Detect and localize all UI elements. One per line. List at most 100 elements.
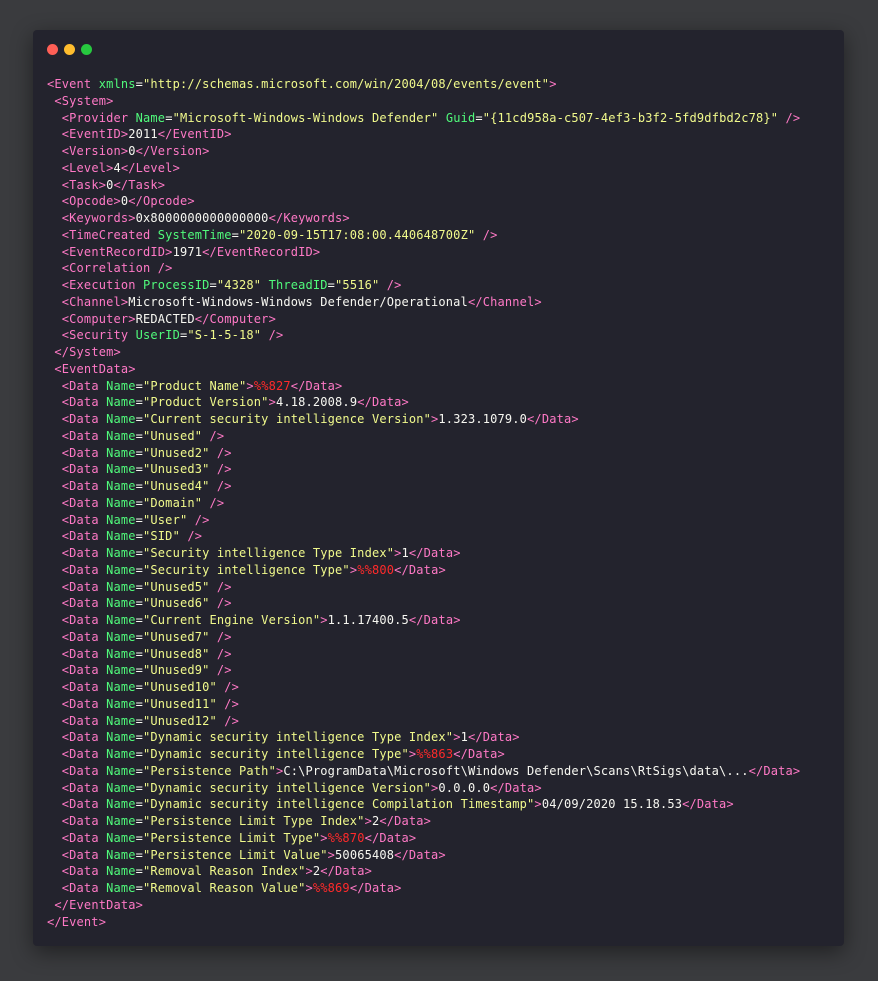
xml-attribute: Name xyxy=(106,495,136,510)
code-line: <Computer>REDACTED</Computer> xyxy=(47,311,800,328)
xml-attribute: SystemTime xyxy=(157,227,232,242)
code-line: <EventRecordID>1971</EventRecordID> xyxy=(47,244,800,261)
xml-attribute: Name xyxy=(106,529,136,544)
xml-attribute: Guid xyxy=(445,110,476,125)
xml-text: Microsoft-Windows-Windows Defender/Opera… xyxy=(128,294,468,309)
xml-text: 4.18.2008.9 xyxy=(275,395,358,410)
code-line: </System> xyxy=(47,344,800,361)
xml-tag: <Data xyxy=(61,546,107,560)
code-line: <Data Name="Unused8" /> xyxy=(47,646,800,663)
xml-tag: <Data xyxy=(61,747,107,761)
xml-tag: <Data xyxy=(61,445,107,460)
xml-tag: <EventRecordID> xyxy=(61,244,173,259)
xml-string: "2020-09-15T17:08:00.440648700Z" xyxy=(239,227,476,242)
xml-tag: /> xyxy=(209,445,232,460)
xml-attribute: xmlns xyxy=(98,77,136,91)
xml-tag: </Event> xyxy=(47,914,107,929)
xml-string: "4328" xyxy=(216,278,262,292)
xml-attribute: Name xyxy=(106,830,136,845)
xml-attribute: ProcessID xyxy=(143,278,210,292)
xml-text xyxy=(438,111,445,125)
xml-tag: <Data xyxy=(61,663,107,678)
xml-attribute: Name xyxy=(106,763,136,778)
xml-string: "Dynamic security intelligence Type" xyxy=(143,747,409,761)
xml-tag: /> xyxy=(209,663,232,678)
code-line: <Channel>Microsoft-Windows-Windows Defen… xyxy=(47,294,800,311)
xml-attribute: Name xyxy=(106,596,136,611)
xml-tag: > xyxy=(246,378,254,393)
xml-string: "Unused5" xyxy=(143,579,210,594)
xml-text: = xyxy=(135,495,144,510)
xml-text: 1.1.17400.5 xyxy=(327,613,409,627)
minimize-dot-icon[interactable] xyxy=(64,44,75,55)
xml-tag: </Version> xyxy=(135,144,210,158)
xml-text: = xyxy=(165,110,173,125)
xml-text: = xyxy=(135,847,144,862)
xml-tag: <Correlation /> xyxy=(61,261,173,276)
xml-tag: > xyxy=(364,814,372,828)
xml-text: 4 xyxy=(113,160,121,175)
xml-text: 2011 xyxy=(128,127,158,142)
xml-attribute: Name xyxy=(106,395,136,410)
xml-text: 1971 xyxy=(172,244,203,259)
xml-tag: </Data> xyxy=(320,864,372,879)
xml-text: = xyxy=(135,613,144,627)
xml-string: "Unused7" xyxy=(143,629,210,644)
maximize-dot-icon[interactable] xyxy=(81,44,92,55)
xml-text: 1 xyxy=(460,730,468,745)
xml-string: "Dynamic security intelligence Type Inde… xyxy=(143,730,454,745)
code-line: <Opcode>0</Opcode> xyxy=(47,193,800,210)
code-line: <Data Name="Persistence Path">C:\Program… xyxy=(47,763,800,780)
xml-tag: <Data xyxy=(61,495,107,510)
xml-text: = xyxy=(135,881,144,895)
xml-tag: <Security xyxy=(61,328,136,343)
code-window: <Event xmlns = "http://schemas.microsoft.c… xyxy=(33,30,844,946)
xml-text: = xyxy=(327,278,336,292)
highlighted-value: %%863 xyxy=(416,747,454,761)
xml-text: = xyxy=(135,445,144,460)
xml-string: "5516" xyxy=(335,278,380,292)
xml-tag: /> xyxy=(379,278,402,292)
code-line: <Data Name="Persistence Limit Type">%%87… xyxy=(47,830,800,847)
xml-tag: > xyxy=(305,864,313,879)
xml-string: "Domain" xyxy=(143,495,203,510)
xml-text: 0x8000000000000000 xyxy=(135,211,269,225)
xml-attribute: Name xyxy=(106,814,136,828)
code-line: <TimeCreated SystemTime="2020-09-15T17:0… xyxy=(47,227,800,244)
xml-tag: /> xyxy=(209,629,232,644)
xml-text xyxy=(261,278,268,292)
code-line: <Event xmlns="http://schemas.microsoft.c… xyxy=(47,76,800,93)
xml-string: "Removal Reason Value" xyxy=(143,881,306,895)
xml-string: "Unused3" xyxy=(143,462,210,477)
xml-text: C:\ProgramData\Microsoft\Windows Defende… xyxy=(283,763,749,778)
code-line: <Task>0</Task> xyxy=(47,177,800,194)
code-line: <Keywords>0x8000000000000000</Keywords> xyxy=(47,210,800,227)
code-line: <Data Name="Unused5" /> xyxy=(47,579,800,596)
close-dot-icon[interactable] xyxy=(47,44,58,55)
code-line: <Data Name="Unused6" /> xyxy=(47,595,800,612)
code-line: <Data Name="Unused2" /> xyxy=(47,445,800,462)
xml-tag: /> xyxy=(209,479,232,493)
xml-tag: </Data> xyxy=(408,613,461,627)
xml-text: 1 xyxy=(401,546,409,560)
xml-string: "Microsoft-Windows-Windows Defender" xyxy=(172,110,439,125)
code-line: <Data Name="Current security intelligenc… xyxy=(47,411,800,428)
code-line: <Data Name="Security intelligence Type I… xyxy=(47,545,800,562)
xml-string: "Unused10" xyxy=(143,680,217,694)
xml-text: = xyxy=(135,462,144,477)
code-line: <Level>4</Level> xyxy=(47,160,800,177)
code-line: <Data Name="Unused10" /> xyxy=(47,679,800,696)
xml-tag: <Data xyxy=(61,562,107,577)
xml-tag: </Data> xyxy=(364,830,417,845)
